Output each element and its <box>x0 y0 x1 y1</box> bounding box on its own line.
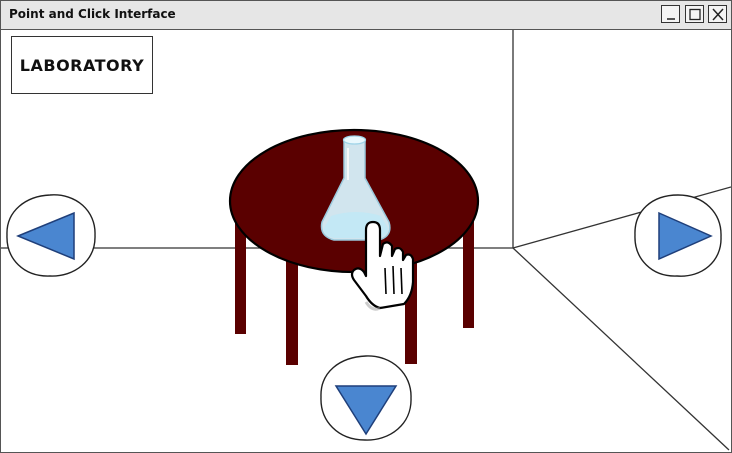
navigate-left-button[interactable] <box>4 193 98 279</box>
table-leg <box>463 220 474 328</box>
minimize-icon <box>667 18 675 20</box>
app-window: Point and Click Interface LABORATORY <box>0 0 732 453</box>
navigate-right-button[interactable] <box>632 193 724 279</box>
close-icon <box>712 8 724 21</box>
location-box: LABORATORY <box>11 36 153 94</box>
table-leg <box>235 220 246 334</box>
close-button[interactable] <box>708 5 727 23</box>
navigate-down-button[interactable] <box>318 354 414 442</box>
minimize-button[interactable] <box>661 5 680 23</box>
maximize-icon <box>689 8 701 21</box>
scene-view: LABORATORY <box>1 30 731 452</box>
table-leg <box>286 255 298 365</box>
window-title: Point and Click Interface <box>9 7 176 21</box>
title-bar: Point and Click Interface <box>1 1 731 30</box>
maximize-button[interactable] <box>685 5 704 23</box>
location-label: LABORATORY <box>19 55 145 75</box>
